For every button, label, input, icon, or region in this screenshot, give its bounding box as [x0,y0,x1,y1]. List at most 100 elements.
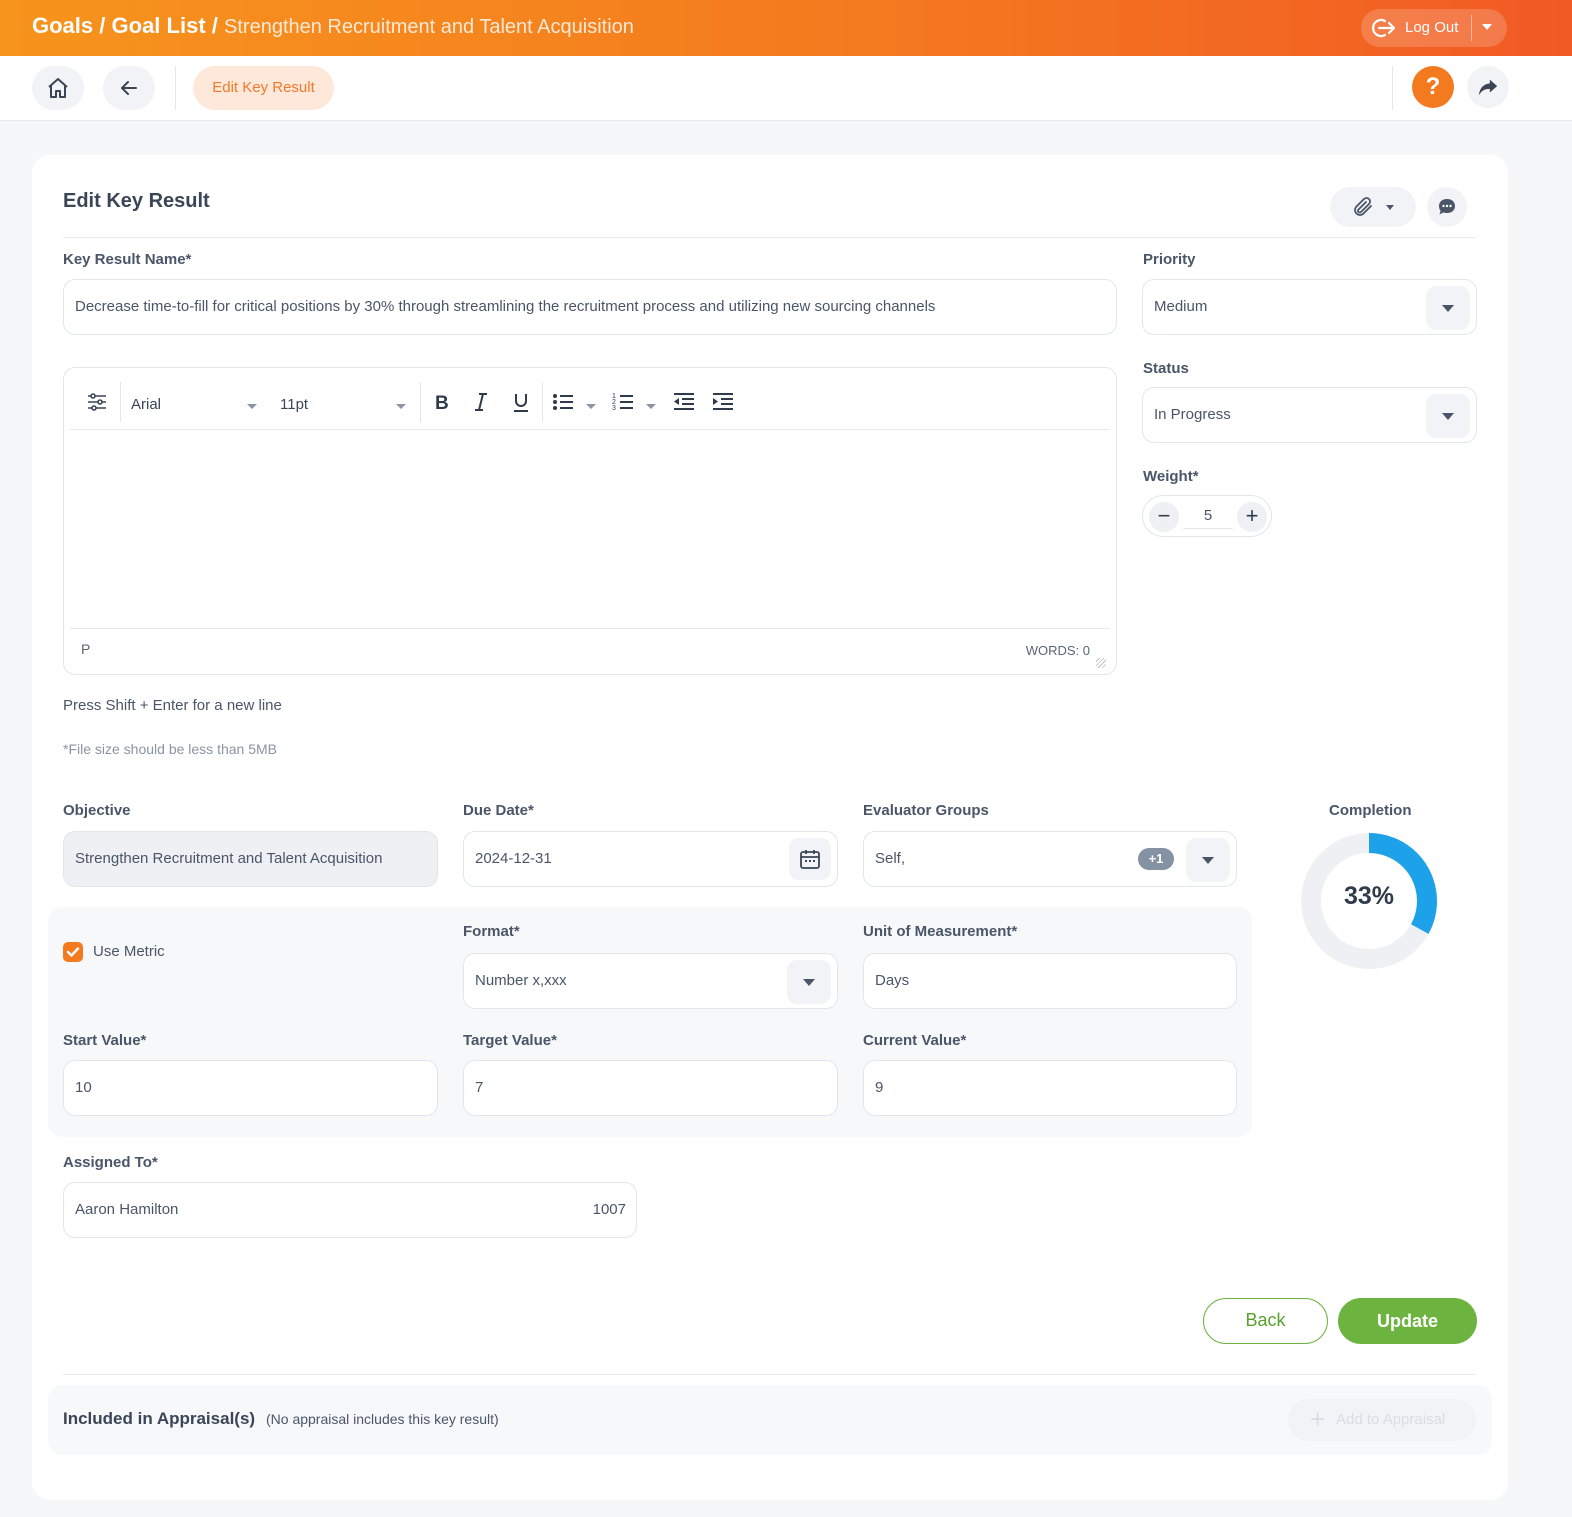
assigned-to-label: Assigned To* [63,1154,158,1171]
chevron-down-icon[interactable] [1482,24,1492,30]
home-button[interactable] [32,66,84,110]
chevron-down-icon[interactable] [1426,286,1470,330]
format-select[interactable]: Number x,xxx [463,953,838,1009]
due-date-label: Due Date* [463,802,534,819]
breadcrumb-separator: / [211,13,218,38]
chevron-down-icon[interactable] [1186,838,1230,882]
target-value-input[interactable]: 7 [463,1060,838,1116]
assigned-to-value: Aaron Hamilton [75,1201,179,1218]
word-count: WORDS: 0 [1025,643,1090,658]
check-icon [66,947,80,957]
underline-icon[interactable] [509,390,533,414]
divider [1471,15,1472,41]
chevron-down-icon[interactable] [646,404,656,409]
appraisal-title: Included in Appraisal(s) [63,1409,256,1428]
chat-icon [1439,199,1455,215]
newline-hint: Press Shift + Enter for a new line [63,697,282,714]
appraisal-section: Included in Appraisal(s) (No appraisal i… [48,1385,1492,1455]
completion-percent: 33% [1343,882,1395,910]
chevron-down-icon[interactable] [1426,394,1470,438]
completion-label: Completion [1329,802,1412,819]
paperclip-icon [1354,197,1372,216]
target-value-label: Target Value* [463,1032,557,1049]
logout-icon [1372,18,1396,38]
logout-label: Log Out [1405,19,1459,36]
resize-handle[interactable] [1096,658,1106,668]
description-editor[interactable]: Arial 11pt B 1 2 3 P WORDS: 0 [63,367,1117,675]
tab-edit-key-result[interactable]: Edit Key Result [193,66,334,110]
use-metric-label: Use Metric [93,943,165,960]
more-count-badge: +1 [1138,848,1174,870]
arrow-left-icon [121,81,137,95]
divider [420,382,421,422]
attachment-button[interactable] [1330,187,1416,227]
weight-stepper: − 5 + [1142,495,1272,537]
numbered-list-icon[interactable]: 1 2 3 [611,390,635,414]
breadcrumb-separator: / [99,13,106,38]
indent-icon[interactable] [711,390,735,414]
status-select[interactable]: In Progress [1142,387,1477,443]
current-value-input[interactable]: 9 [863,1060,1237,1116]
help-button[interactable]: ? [1412,66,1454,108]
comments-button[interactable] [1427,187,1467,227]
status-value: In Progress [1154,406,1231,423]
unit-input[interactable]: Days [863,953,1237,1009]
chevron-down-icon[interactable] [396,404,406,409]
back-button[interactable]: Back [1203,1298,1328,1344]
font-family-select[interactable]: Arial [131,396,161,413]
evaluator-groups-label: Evaluator Groups [863,802,989,819]
key-result-name-input[interactable]: Decrease time-to-fill for critical posit… [63,279,1117,335]
element-path[interactable]: P [81,641,90,657]
breadcrumb-current: Strengthen Recruitment and Talent Acquis… [224,16,634,38]
editor-toolbar: Arial 11pt B 1 2 3 [70,374,1110,430]
page-title: Edit Key Result [63,190,210,212]
svg-text:B: B [435,393,449,414]
editor-statusbar: P WORDS: 0 [70,628,1110,674]
plus-icon[interactable]: + [1237,502,1267,532]
calendar-button[interactable] [789,838,831,880]
chevron-down-icon[interactable] [787,960,831,1004]
font-size-select[interactable]: 11pt [280,396,308,413]
sliders-icon[interactable] [85,390,109,414]
back-arrow-button[interactable] [103,66,155,110]
format-label: Format* [463,923,520,940]
italic-icon[interactable] [469,390,493,414]
breadcrumb-goal-list[interactable]: Goal List [112,13,206,38]
status-label: Status [1143,360,1189,377]
due-date-value: 2024-12-31 [475,850,552,867]
divider [63,237,1476,238]
chevron-down-icon[interactable] [247,404,257,409]
assigned-to-id: 1007 [592,1201,626,1218]
top-bar: Goals / Goal List / Strengthen Recruitme… [0,0,1572,56]
key-result-name-label: Key Result Name* [63,251,192,268]
bullet-list-icon[interactable] [551,390,575,414]
update-button[interactable]: Update [1338,1298,1477,1344]
share-button[interactable] [1467,66,1509,108]
appraisal-subtitle: (No appraisal includes this key result) [266,1411,499,1427]
divider [542,382,543,422]
outdent-icon[interactable] [672,390,696,414]
bold-icon[interactable]: B [429,390,453,414]
assigned-to-select[interactable]: Aaron Hamilton 1007 [63,1182,637,1238]
priority-select[interactable]: Medium [1142,279,1477,335]
format-value: Number x,xxx [475,972,567,989]
add-to-appraisal-button[interactable]: Add to Appraisal [1288,1398,1476,1441]
breadcrumb: Goals / Goal List / Strengthen Recruitme… [32,13,634,39]
evaluator-groups-value: Self, [875,850,906,867]
logout-button[interactable]: Log Out [1361,9,1507,47]
chevron-down-icon[interactable] [586,404,596,409]
home-icon [48,78,68,98]
unit-label: Unit of Measurement* [863,923,1018,940]
start-value-label: Start Value* [63,1032,147,1049]
due-date-input[interactable]: 2024-12-31 [463,831,838,887]
chevron-down-icon [1386,205,1394,210]
priority-label: Priority [1143,251,1196,268]
breadcrumb-goals[interactable]: Goals [32,13,93,38]
minus-icon[interactable]: − [1149,502,1179,532]
start-value-input[interactable]: 10 [63,1060,438,1116]
divider [120,382,121,422]
divider [175,66,176,110]
evaluator-groups-select[interactable]: Self, +1 [863,831,1237,887]
use-metric-checkbox[interactable] [63,942,83,962]
weight-value[interactable]: 5 [1183,507,1233,529]
